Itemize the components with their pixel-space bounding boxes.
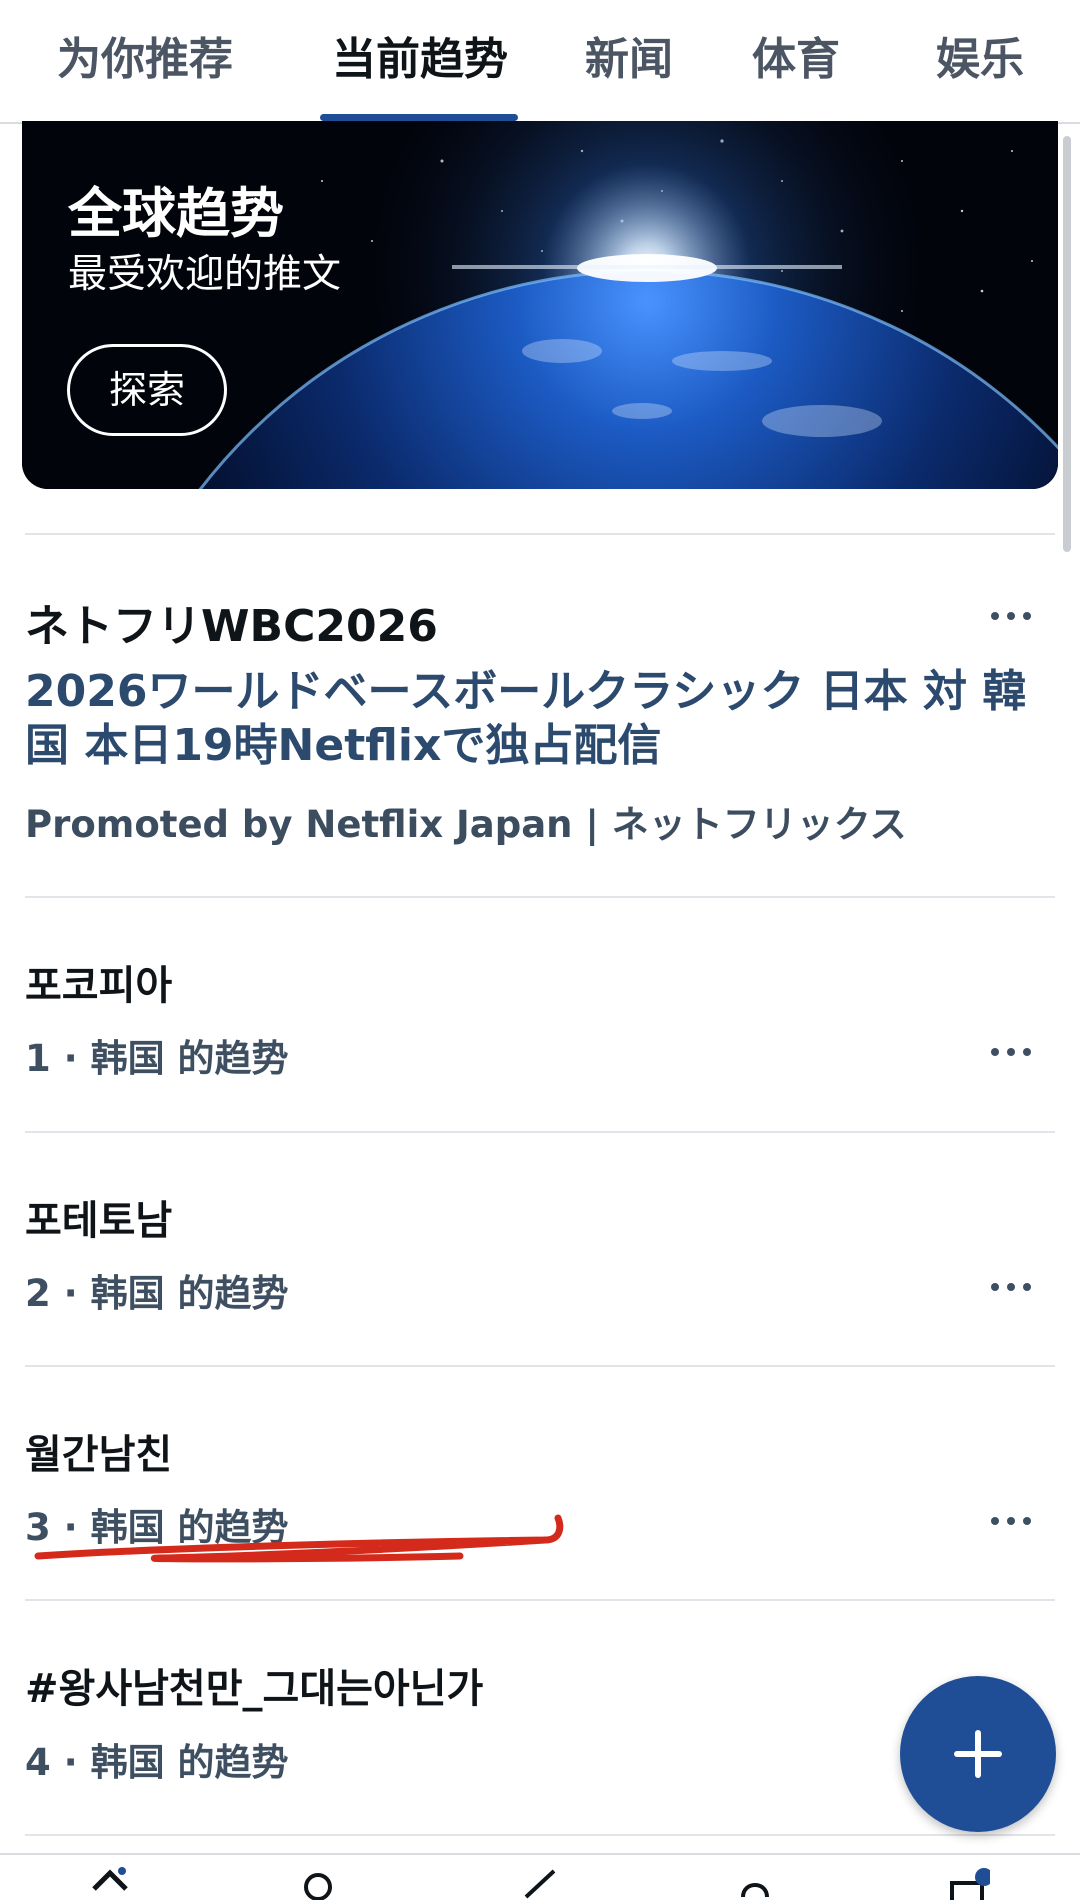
trend-rank-location: 2 · 韩国 的趋势 <box>25 1272 289 1315</box>
more-options-button[interactable] <box>985 1495 1037 1547</box>
more-horizontal-icon <box>991 1048 999 1056</box>
tab-for-you[interactable]: 为你推荐 <box>57 30 233 90</box>
divider <box>25 1365 1055 1367</box>
grok-icon[interactable] <box>520 1867 560 1900</box>
explore-button[interactable]: 探索 <box>67 344 227 436</box>
search-icon[interactable] <box>300 1867 340 1900</box>
home-icon[interactable] <box>90 1867 130 1900</box>
trend-rank-location: 1 · 韩国 的趋势 <box>25 1037 289 1080</box>
compose-button[interactable] <box>900 1676 1056 1832</box>
trend-title: 월간남친 <box>25 1432 173 1478</box>
tab-trending[interactable]: 当前趋势 <box>332 30 508 90</box>
bottom-navigation <box>0 1853 1080 1900</box>
scrollbar[interactable] <box>1063 136 1071 552</box>
promoted-trend-title: ネトフリWBC2026 <box>25 601 438 652</box>
global-trends-banner[interactable]: 全球趋势 最受欢迎的推文 探索 <box>22 121 1058 489</box>
more-horizontal-icon <box>991 612 999 620</box>
promoted-by-label: Promoted by Netflix Japan | ネットフリックス <box>25 803 907 846</box>
active-tab-indicator <box>320 114 518 121</box>
more-horizontal-icon <box>991 1283 999 1291</box>
banner-subtitle: 最受欢迎的推文 <box>68 252 342 297</box>
divider <box>25 1834 1055 1836</box>
banner-title: 全球趋势 <box>68 182 284 245</box>
divider <box>25 533 1055 535</box>
promoted-trend-description[interactable]: 2026ワールドベースボールクラシック 日本 対 韓国 本日19時Netflix… <box>25 665 1055 773</box>
more-horizontal-icon <box>991 1517 999 1525</box>
divider <box>25 896 1055 898</box>
bell-icon[interactable] <box>735 1867 775 1900</box>
trend-title: 포테토남 <box>25 1198 173 1244</box>
tab-entertainment[interactable]: 娱乐 <box>936 30 1024 90</box>
tab-news[interactable]: 新闻 <box>585 30 673 90</box>
trend-title: 포코피아 <box>25 963 173 1009</box>
mail-icon[interactable] <box>950 1867 990 1900</box>
tab-sports[interactable]: 体育 <box>752 30 840 90</box>
trend-rank-location: 4 · 韩国 的趋势 <box>25 1741 289 1784</box>
more-options-button[interactable] <box>985 1261 1037 1313</box>
more-options-button[interactable] <box>985 590 1037 642</box>
divider <box>25 1131 1055 1133</box>
divider <box>25 1599 1055 1601</box>
trend-title: #왕사남천만_그대는아닌가 <box>25 1666 484 1712</box>
top-tab-bar: 为你推荐 当前趋势 新闻 体育 娱乐 <box>0 0 1080 124</box>
trend-rank-location: 3 · 韩国 的趋势 <box>25 1506 289 1549</box>
more-options-button[interactable] <box>985 1026 1037 1078</box>
